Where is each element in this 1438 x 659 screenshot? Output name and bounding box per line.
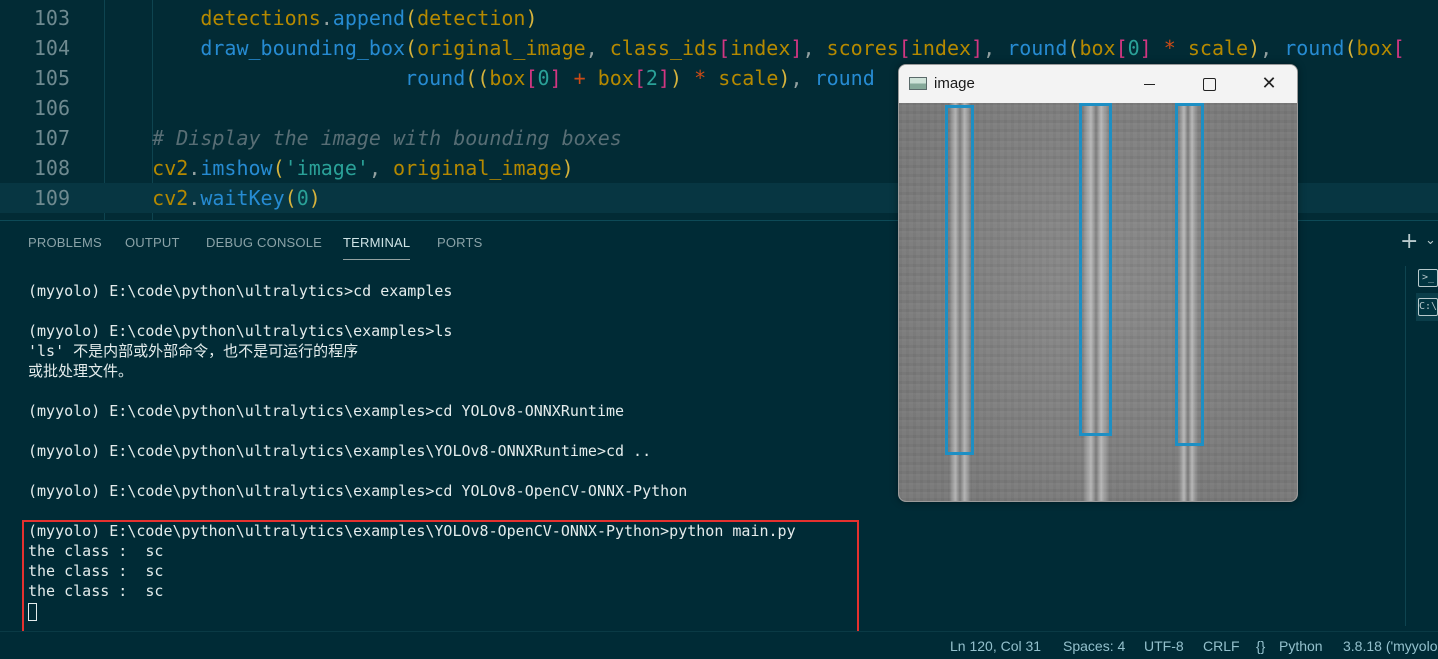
code-text[interactable]: round((box[0] + box[2]) * scale), round	[104, 63, 875, 93]
terminal-scrollbar[interactable]	[1405, 266, 1413, 626]
terminal-line: the class : sc	[28, 562, 164, 580]
terminal-line: 或批处理文件。	[28, 362, 134, 380]
terminal-line: (myyolo) E:\code\python\ultralytics\exam…	[28, 522, 796, 540]
bounding-box	[945, 105, 974, 455]
terminal-line: (myyolo) E:\code\python\ultralytics\exam…	[28, 322, 453, 340]
line-number: 104	[33, 36, 70, 60]
image-window[interactable]: image ✕	[898, 64, 1298, 502]
terminal-cursor	[28, 602, 37, 621]
tab-problems[interactable]: PROBLEMS	[28, 235, 102, 250]
indentation-setting[interactable]: Spaces: 4	[1063, 638, 1125, 654]
code-text[interactable]: # Display the image with bounding boxes	[104, 123, 622, 153]
braces-icon: {}	[1256, 638, 1266, 654]
line-number: 103	[33, 6, 70, 30]
tab-debug-console[interactable]: DEBUG CONSOLE	[206, 235, 322, 250]
code-line[interactable]: 104 draw_bounding_box(original_image, cl…	[0, 33, 1438, 63]
line-number: 108	[33, 156, 70, 180]
terminal-cursor-line[interactable]	[28, 601, 888, 621]
terminal-line: 'ls' 不是内部或外部命令，也不是可运行的程序	[28, 342, 359, 360]
cmd-terminal-icon[interactable]: C:\	[1418, 298, 1438, 316]
add-terminal-icon[interactable]: +	[1400, 231, 1418, 253]
line-number: 107	[33, 126, 70, 150]
terminal-line: (myyolo) E:\code\python\ultralytics>cd e…	[28, 282, 453, 300]
encoding-setting[interactable]: UTF-8	[1144, 638, 1184, 654]
line-number: 109	[33, 186, 70, 210]
tab-terminal[interactable]: TERMINAL	[343, 235, 411, 260]
terminal-instance-icon[interactable]: >_	[1418, 269, 1438, 287]
app-icon	[909, 77, 927, 90]
code-text[interactable]: cv2.imshow('image', original_image)	[104, 153, 573, 183]
line-number: 106	[33, 96, 70, 120]
detection-image	[899, 103, 1297, 501]
code-text[interactable]: detections.append(detection)	[104, 3, 537, 33]
tab-ports[interactable]: PORTS	[437, 235, 483, 250]
maximize-icon[interactable]	[1179, 65, 1239, 103]
tab-output[interactable]: OUTPUT	[125, 235, 180, 250]
bounding-box	[1175, 103, 1204, 446]
code-text[interactable]: draw_bounding_box(original_image, class_…	[104, 33, 1404, 63]
terminal-output[interactable]: (myyolo) E:\code\python\ultralytics>cd e…	[28, 281, 888, 621]
cursor-position[interactable]: Ln 120, Col 31	[950, 638, 1041, 654]
chevron-down-icon[interactable]: ⌄	[1425, 233, 1436, 248]
code-text[interactable]: cv2.waitKey(0)	[104, 183, 321, 213]
terminal-line: (myyolo) E:\code\python\ultralytics\exam…	[28, 402, 625, 420]
close-icon[interactable]: ✕	[1239, 65, 1297, 103]
status-bar: Ln 120, Col 31 Spaces: 4 UTF-8 CRLF {} P…	[0, 631, 1438, 659]
language-mode[interactable]: Python	[1279, 638, 1323, 654]
python-interpreter[interactable]: 3.8.18 ('myyolo	[1343, 638, 1438, 654]
terminal-line: (myyolo) E:\code\python\ultralytics\exam…	[28, 442, 652, 460]
window-title: image	[934, 75, 975, 92]
bounding-box	[1079, 103, 1112, 436]
terminal-line: the class : sc	[28, 542, 164, 560]
minimize-icon[interactable]	[1119, 65, 1179, 103]
eol-setting[interactable]: CRLF	[1203, 638, 1240, 654]
code-line[interactable]: 103 detections.append(detection)	[0, 3, 1438, 33]
terminal-line: (myyolo) E:\code\python\ultralytics\exam…	[28, 482, 688, 500]
window-titlebar[interactable]: image ✕	[899, 65, 1297, 103]
line-number: 105	[33, 66, 70, 90]
terminal-line: the class : sc	[28, 582, 164, 600]
